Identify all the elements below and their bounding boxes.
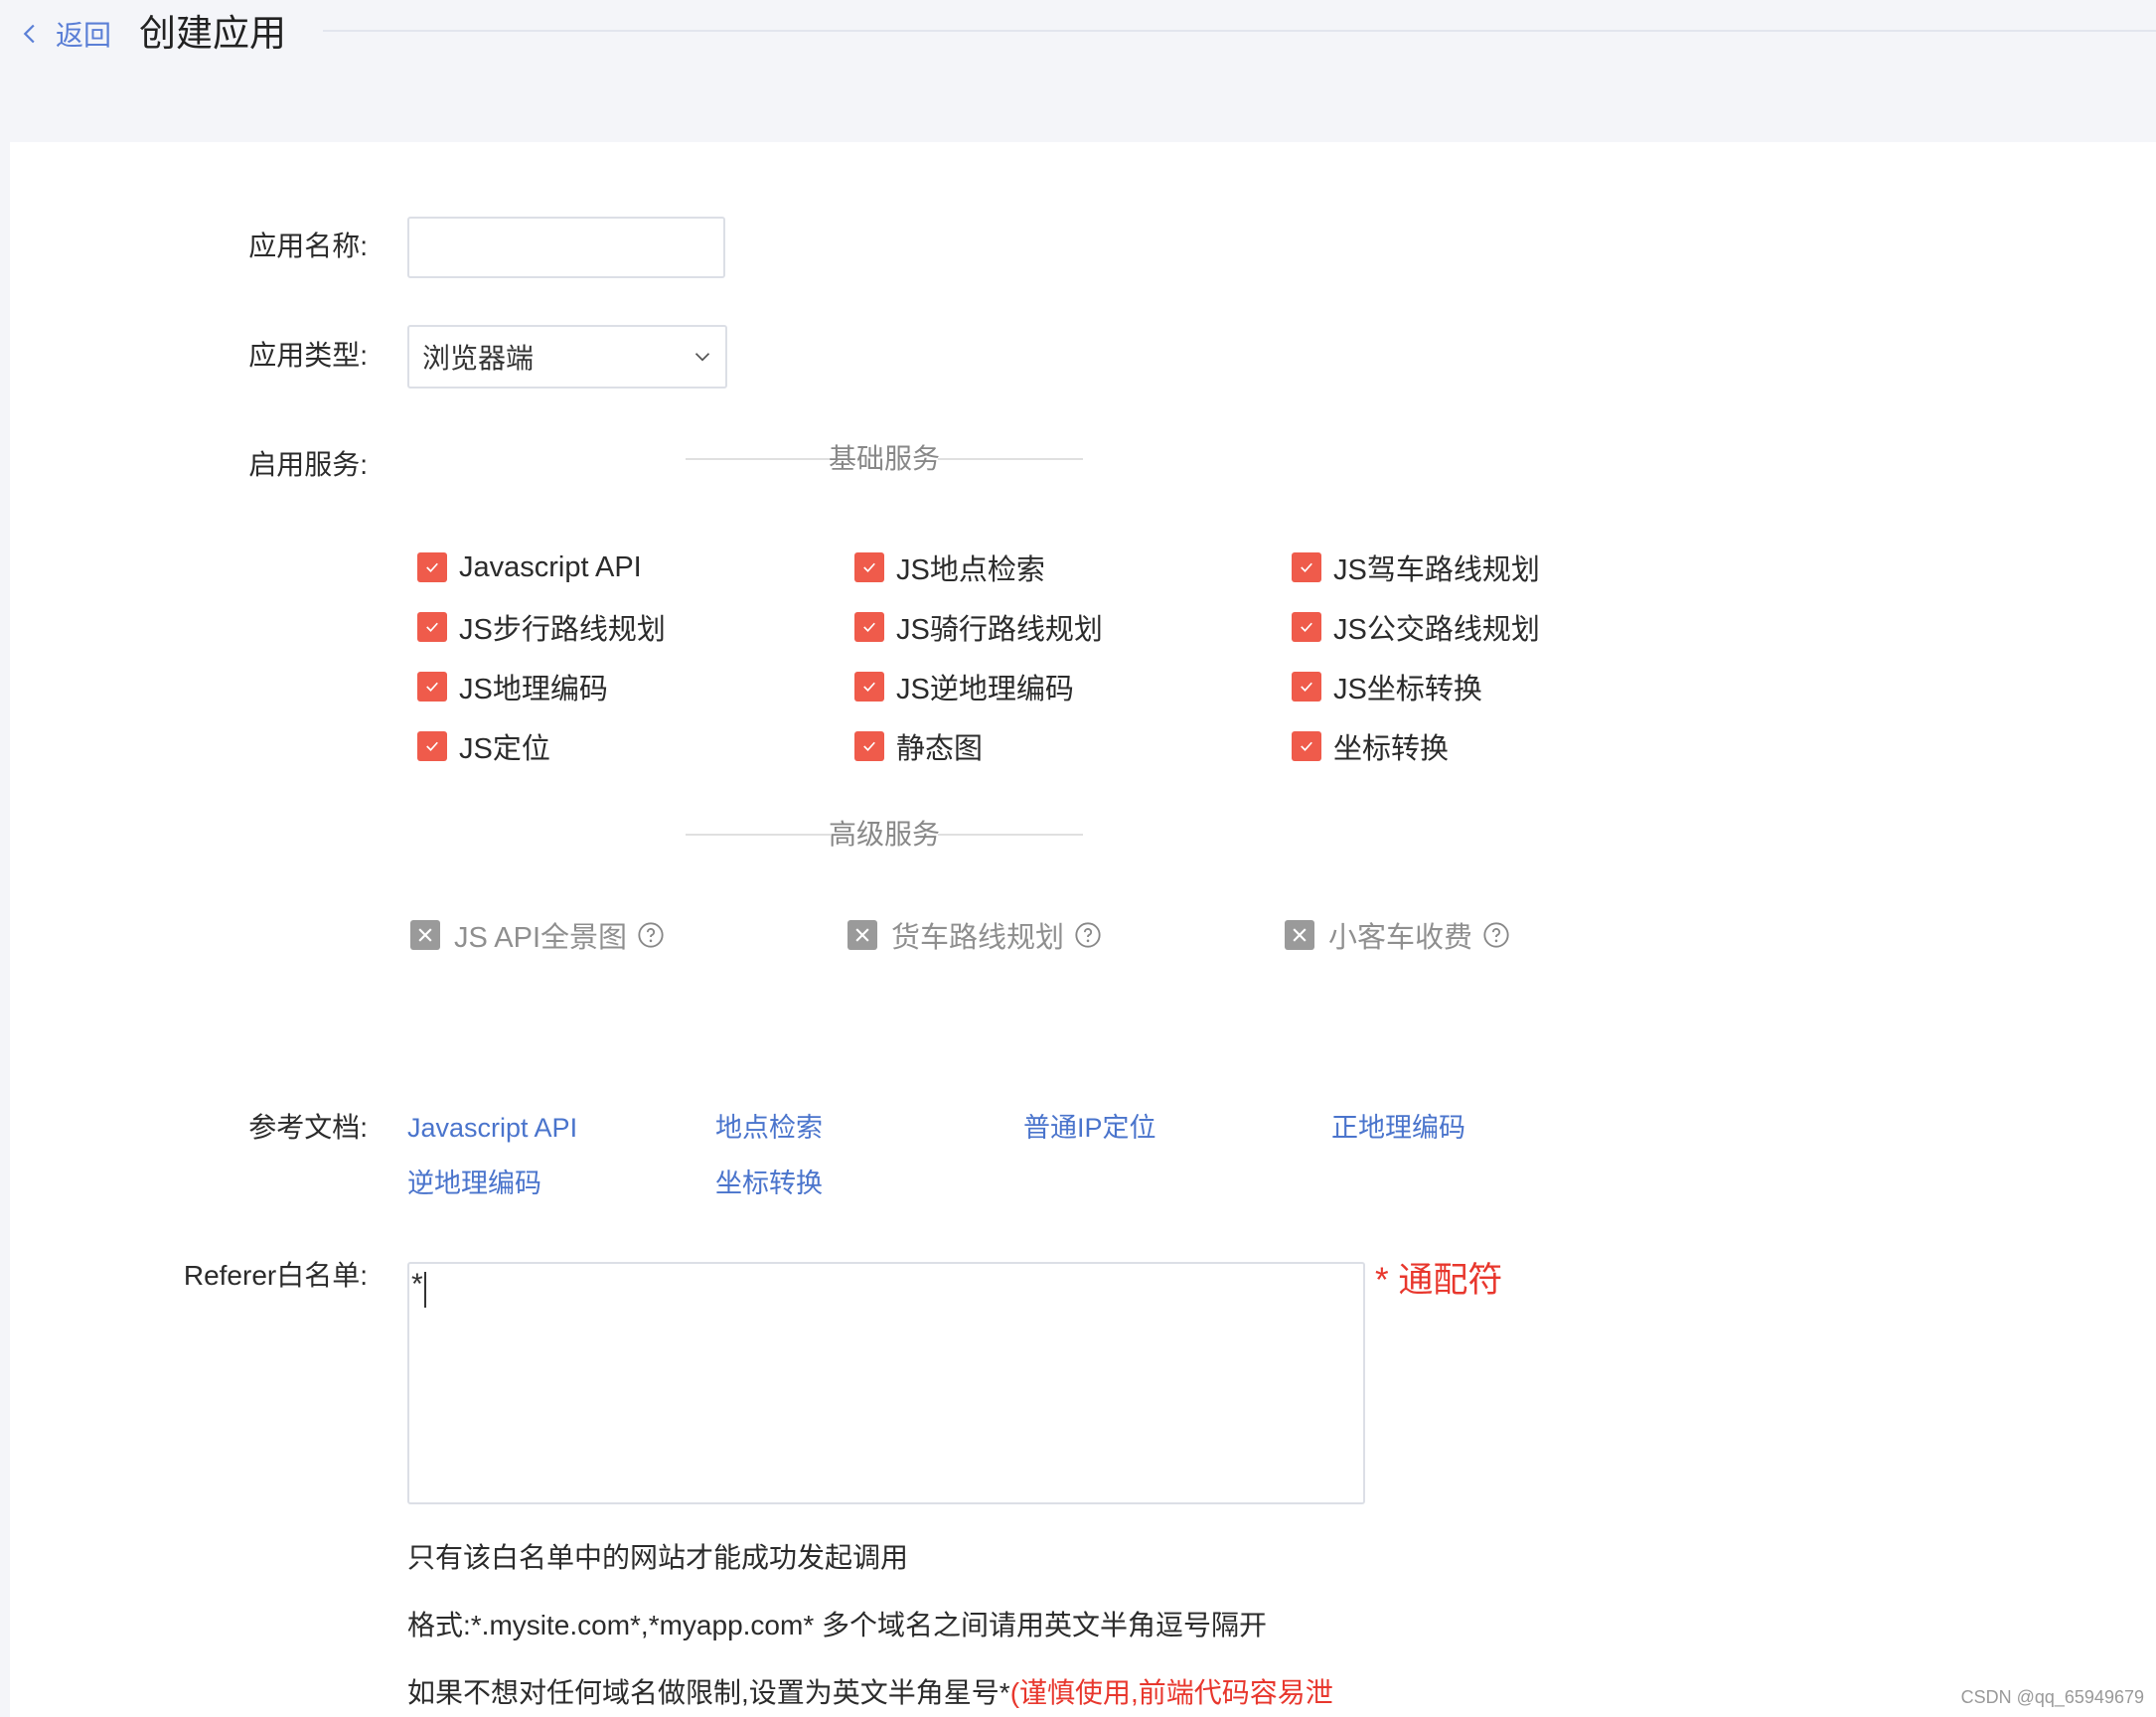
doc-link-javascript-api[interactable]: Javascript API [407, 1109, 577, 1147]
advanced-service-label: 货车路线规划 [891, 922, 1065, 954]
back-label: 返回 [56, 20, 112, 51]
watermark: CSDN @qq_65949679 [1960, 1687, 2144, 1707]
service-label: Javascript API [459, 550, 642, 583]
advanced-service-truck-route: 货车路线规划 [847, 913, 1102, 957]
check-icon [417, 612, 447, 642]
format-note: 格式:*.mysite.com*,*myapp.com* 多个域名之间请用英文半… [407, 1610, 1267, 1640]
wildcard-note: * 通配符 [1375, 1261, 1503, 1300]
service-checkbox-js-location[interactable]: JS定位 [417, 724, 550, 768]
docs-label: 参考文档: [248, 1112, 368, 1143]
referer-label: Referer白名单: [183, 1260, 368, 1291]
advanced-service-panorama: JS API全景图 [410, 913, 665, 957]
check-icon [854, 672, 884, 702]
service-label: JS地点检索 [896, 554, 1045, 586]
check-icon [1292, 672, 1321, 702]
whitelist-note: 只有该白名单中的网站才能成功发起调用 [407, 1542, 909, 1573]
check-icon [854, 612, 884, 642]
wildcard-warning: (谨慎使用,前端代码容易泄 [1009, 1677, 1333, 1708]
check-icon [1292, 612, 1321, 642]
chevron-down-icon [694, 353, 710, 362]
service-label: JS坐标转换 [1333, 674, 1482, 705]
question-circle-icon[interactable] [1482, 921, 1510, 949]
advanced-service-car-toll: 小客车收费 [1285, 913, 1510, 957]
service-checkbox-js-transit-route[interactable]: JS公交路线规划 [1292, 605, 1540, 649]
doc-link-poi-search[interactable]: 地点检索 [715, 1109, 823, 1147]
service-label: 静态图 [896, 733, 984, 765]
referer-value: * [411, 1268, 423, 1301]
service-checkbox-js-riding-route[interactable]: JS骑行路线规划 [854, 605, 1103, 649]
advanced-service-label: JS API全景图 [454, 922, 628, 954]
app-name-label: 应用名称: [248, 231, 368, 261]
service-checkbox-coord-convert[interactable]: 坐标转换 [1292, 724, 1449, 768]
x-icon [1285, 920, 1314, 950]
service-label: 坐标转换 [1333, 733, 1450, 765]
check-icon [1292, 552, 1321, 582]
service-checkbox-js-geocoding[interactable]: JS地理编码 [417, 665, 608, 708]
app-type-label: 应用类型: [248, 340, 368, 371]
service-checkbox-js-driving-route[interactable]: JS驾车路线规划 [1292, 546, 1540, 589]
service-label: JS驾车路线规划 [1333, 554, 1540, 586]
service-checkbox-js-walking-route[interactable]: JS步行路线规划 [417, 605, 666, 649]
service-label: JS公交路线规划 [1333, 614, 1540, 646]
referer-textarea[interactable]: * [407, 1262, 1365, 1504]
x-icon [847, 920, 877, 950]
check-icon [1292, 731, 1321, 761]
service-label: JS地理编码 [459, 674, 608, 705]
service-checkbox-static-map[interactable]: 静态图 [854, 724, 983, 768]
check-icon [417, 731, 447, 761]
service-label: JS骑行路线规划 [896, 614, 1103, 646]
service-label: JS定位 [459, 733, 550, 765]
basic-services-title: 基础服务 [829, 443, 941, 474]
doc-link-geocoding[interactable]: 正地理编码 [1331, 1109, 1465, 1147]
basic-services-divider: 基础服务 [686, 439, 1084, 479]
advanced-services-title: 高级服务 [829, 819, 941, 850]
app-name-input[interactable] [407, 217, 725, 278]
services-label: 启用服务: [248, 449, 368, 480]
check-icon [854, 731, 884, 761]
doc-link-coord-convert[interactable]: 坐标转换 [715, 1165, 823, 1202]
check-icon [417, 552, 447, 582]
app-type-value: 浏览器端 [422, 343, 535, 374]
header-divider [323, 30, 2156, 32]
question-circle-icon[interactable] [1074, 921, 1102, 949]
wildcard-hint: 如果不想对任何域名做限制,设置为英文半角星号*(谨慎使用,前端代码容易泄 [407, 1673, 1333, 1713]
text-caret [424, 1272, 426, 1308]
advanced-services-divider: 高级服务 [686, 815, 1084, 855]
doc-link-ip-location[interactable]: 普通IP定位 [1023, 1109, 1156, 1147]
service-label: JS步行路线规划 [459, 614, 666, 646]
service-checkbox-js-poi-search[interactable]: JS地点检索 [854, 546, 1045, 589]
service-checkbox-js-coord-convert[interactable]: JS坐标转换 [1292, 665, 1482, 708]
page-title: 创建应用 [139, 13, 286, 54]
check-icon [854, 552, 884, 582]
advanced-service-label: 小客车收费 [1328, 922, 1473, 954]
doc-link-reverse-geocoding[interactable]: 逆地理编码 [407, 1165, 541, 1202]
app-type-select[interactable]: 浏览器端 [407, 325, 727, 389]
wildcard-hint-text: 如果不想对任何域名做限制,设置为英文半角星号* [407, 1677, 1010, 1708]
x-icon [410, 920, 440, 950]
question-circle-icon[interactable] [637, 921, 665, 949]
check-icon [417, 672, 447, 702]
service-checkbox-javascript-api[interactable]: Javascript API [417, 546, 642, 589]
back-button[interactable]: 返回 [14, 14, 111, 54]
chevron-left-icon [23, 24, 35, 44]
service-checkbox-js-reverse-geocoding[interactable]: JS逆地理编码 [854, 665, 1074, 708]
service-label: JS逆地理编码 [896, 674, 1074, 705]
